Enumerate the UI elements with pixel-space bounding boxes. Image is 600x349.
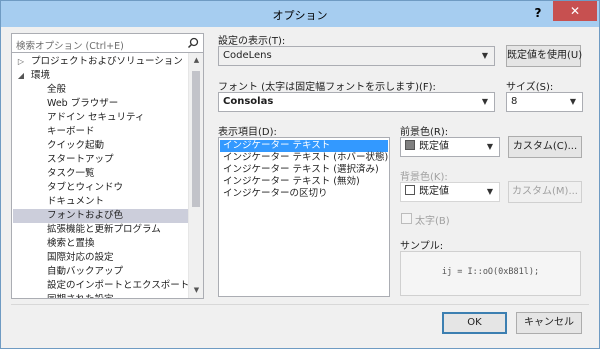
custom-background-button[interactable]: カスタム(M)...	[508, 181, 582, 203]
sample-label: サンプル:	[400, 241, 444, 252]
chevron-down-icon: ▼	[569, 97, 577, 106]
tree-item-label: 同期された設定	[47, 293, 114, 298]
font-value: Consolas	[223, 96, 274, 107]
tree-item-label: スタートアップ	[47, 154, 114, 165]
search-icon[interactable]	[187, 37, 199, 49]
tree-item[interactable]: 自動バックアップ	[13, 265, 188, 279]
foreground-swatch	[405, 140, 415, 150]
sample-preview: ij = I::oO(0xB81l);	[400, 251, 581, 296]
scroll-up-icon[interactable]: ▲	[189, 53, 203, 68]
tree-item[interactable]: 国際対応の設定	[13, 251, 188, 265]
tree-item[interactable]: 設定のインポートとエクスポート	[13, 279, 190, 293]
foreground-select[interactable]: 既定値 ▼	[400, 137, 500, 157]
options-dialog: オプション ? ✕ 検索オプション (Ctrl+E) ▲ ▼ ▷ プロジェクトおよ…	[0, 0, 600, 349]
collapse-arrow-icon[interactable]: ◢	[16, 69, 26, 83]
tree-item[interactable]: 全般	[13, 83, 188, 97]
tree-item[interactable]: フォントおよび色	[13, 209, 188, 223]
sample-text: ij = I::oO(0xB81l);	[441, 267, 540, 277]
tree-item-label: タスク一覧	[47, 168, 95, 179]
tree-item[interactable]: ◢ 環境	[13, 69, 188, 83]
bold-checkbox[interactable]	[401, 213, 412, 224]
expand-arrow-icon[interactable]: ▷	[16, 55, 26, 69]
tree-item-label: ドキュメント	[47, 196, 105, 207]
footer-divider	[11, 304, 589, 305]
tree-item[interactable]: アドイン セキュリティ	[13, 111, 188, 125]
tree-item[interactable]: 検索と置換	[13, 237, 188, 251]
tree-item[interactable]: タブとウィンドウ	[13, 181, 188, 195]
title-bar[interactable]: オプション ? ✕	[1, 1, 599, 27]
custom-foreground-button[interactable]: カスタム(C)...	[508, 136, 582, 158]
display-item[interactable]: インジケーターの区切り	[220, 188, 388, 200]
help-button[interactable]: ?	[529, 4, 547, 22]
tree-scrollbar[interactable]: ▲ ▼	[188, 53, 203, 298]
search-placeholder: 検索オプション (Ctrl+E)	[16, 41, 124, 52]
font-select[interactable]: Consolas ▼	[218, 92, 495, 112]
tree-item-label: 環境	[31, 70, 51, 81]
display-items-list[interactable]: インジケーター テキスト インジケーター テキスト (ホバー状態) インジケーター …	[218, 137, 390, 297]
show-settings-label: 設定の表示(T):	[218, 36, 286, 47]
tree-item[interactable]: タスク一覧	[13, 167, 188, 181]
close-button[interactable]: ✕	[553, 1, 597, 21]
tree-item[interactable]: キーボード	[13, 125, 188, 139]
foreground-value: 既定値	[419, 141, 449, 152]
foreground-label: 前景色(R):	[400, 127, 449, 138]
tree-item-label: 自動バックアップ	[47, 266, 124, 277]
tree-item-label: クイック起動	[47, 140, 105, 151]
cancel-button[interactable]: キャンセル	[516, 312, 582, 334]
size-select[interactable]: 8 ▼	[506, 92, 583, 112]
search-input[interactable]: 検索オプション (Ctrl+E)	[11, 33, 204, 53]
background-label: 背景色(K):	[400, 172, 448, 183]
tree-item[interactable]: ドキュメント	[13, 195, 188, 209]
scroll-thumb[interactable]	[192, 71, 200, 207]
chevron-down-icon: ▼	[486, 142, 494, 151]
tree-item-label: 国際対応の設定	[47, 252, 114, 263]
tree-item[interactable]: 拡張機能と更新プログラム	[13, 223, 188, 237]
tree-item[interactable]: ▷ プロジェクトおよびソリューション	[13, 55, 188, 69]
background-select[interactable]: 既定値 ▼	[400, 182, 500, 202]
tree-item[interactable]: クイック起動	[13, 139, 188, 153]
tree-item[interactable]: 同期された設定	[13, 293, 188, 298]
ok-button[interactable]: OK	[442, 312, 507, 334]
use-defaults-button[interactable]: 既定値を使用(U)	[506, 45, 582, 67]
tree-item-label: タブとウィンドウ	[47, 182, 124, 193]
show-settings-value: CodeLens	[223, 50, 272, 61]
tree-item[interactable]: スタートアップ	[13, 153, 188, 167]
display-items-label: 表示項目(D):	[218, 127, 277, 138]
tree-item-label: Web ブラウザー	[47, 98, 119, 109]
bold-label: 太字(B)	[415, 216, 450, 227]
tree-item-label: アドイン セキュリティ	[47, 112, 145, 123]
chevron-down-icon: ▼	[481, 51, 489, 60]
tree-item-label: 設定のインポートとエクスポート	[47, 280, 190, 291]
options-tree[interactable]: ▲ ▼ ▷ プロジェクトおよびソリューション ◢ 環境全般 Web ブラウザーアドイン …	[11, 53, 204, 299]
tree-item[interactable]: Web ブラウザー	[13, 97, 188, 111]
tree-item-label: 検索と置換	[47, 238, 95, 249]
tree-item-label: 全般	[47, 84, 67, 95]
tree-item-label: フォントおよび色	[47, 210, 124, 221]
display-item[interactable]: インジケーター テキスト (選択済み)	[220, 164, 388, 176]
scroll-down-icon[interactable]: ▼	[189, 283, 203, 298]
size-label: サイズ(S):	[506, 82, 554, 93]
tree-item-label: キーボード	[47, 126, 95, 137]
show-settings-select[interactable]: CodeLens ▼	[218, 46, 495, 66]
display-item[interactable]: インジケーター テキスト (無効)	[220, 176, 388, 188]
chevron-down-icon: ▼	[481, 97, 489, 106]
tree-item-label: プロジェクトおよびソリューション	[31, 56, 183, 67]
tree-item-label: 拡張機能と更新プログラム	[47, 224, 161, 235]
font-label: フォント (太字は固定幅フォントを示します)(F):	[218, 82, 436, 93]
background-swatch	[405, 185, 415, 195]
background-value: 既定値	[419, 186, 449, 197]
chevron-down-icon: ▼	[486, 187, 494, 196]
display-item[interactable]: インジケーター テキスト (ホバー状態)	[220, 152, 388, 164]
display-item[interactable]: インジケーター テキスト	[220, 140, 388, 152]
window-title: オプション	[272, 9, 328, 22]
size-value: 8	[511, 96, 518, 107]
